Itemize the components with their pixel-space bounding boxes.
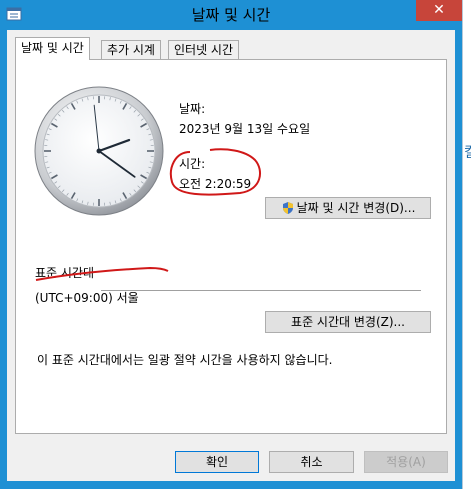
change-date-time-label: 날짜 및 시간 변경(D)... [296,201,416,215]
timezone-heading: 표준 시간대 [35,266,95,280]
change-timezone-button[interactable]: 표준 시간대 변경(Z)... [265,311,431,333]
close-icon: ✕ [433,2,445,18]
time-label: 시간: [179,157,206,171]
time-value: 오전 2:20:59 [179,177,252,191]
timezone-value: (UTC+09:00) 서울 [35,291,139,305]
background-text-fragment-1: 킬 [464,145,471,161]
timezone-divider [101,290,421,291]
date-time-tab-panel: 날짜: 2023년 9월 13일 수요일 시간: 오전 2:20:59 날짜 및… [15,59,447,434]
tab-date-time[interactable]: 날짜 및 시간 [15,37,90,60]
change-date-time-button[interactable]: 날짜 및 시간 변경(D)... [265,197,431,219]
uac-shield-icon [282,202,293,214]
dialog-client-area: 날짜 및 시간 추가 시계 인터넷 시간 날짜: 2023년 9월 13일 수요… [7,30,455,481]
apply-button[interactable]: 적용(A) [364,451,448,473]
close-button[interactable]: ✕ [416,0,462,21]
title-bar[interactable]: 날짜 및 시간 ✕ [0,0,462,28]
window-title: 날짜 및 시간 [191,6,271,24]
date-time-dialog: 날짜 및 시간 ✕ 날짜 및 시간 추가 시계 인터넷 시간 날짜: 2023년… [0,0,462,489]
ok-button[interactable]: 확인 [175,451,259,473]
tab-additional-clocks[interactable]: 추가 시계 [101,40,161,59]
tab-internet-time[interactable]: 인터넷 시간 [168,40,240,59]
cancel-button[interactable]: 취소 [269,451,354,473]
dst-note: 이 표준 시간대에서는 일광 절약 시간을 사용하지 않습니다. [37,353,333,367]
analog-clock [34,86,164,216]
date-value: 2023년 9월 13일 수요일 [179,122,311,136]
background-window-sliver: 킬 [462,0,471,489]
date-label: 날짜: [179,102,206,116]
